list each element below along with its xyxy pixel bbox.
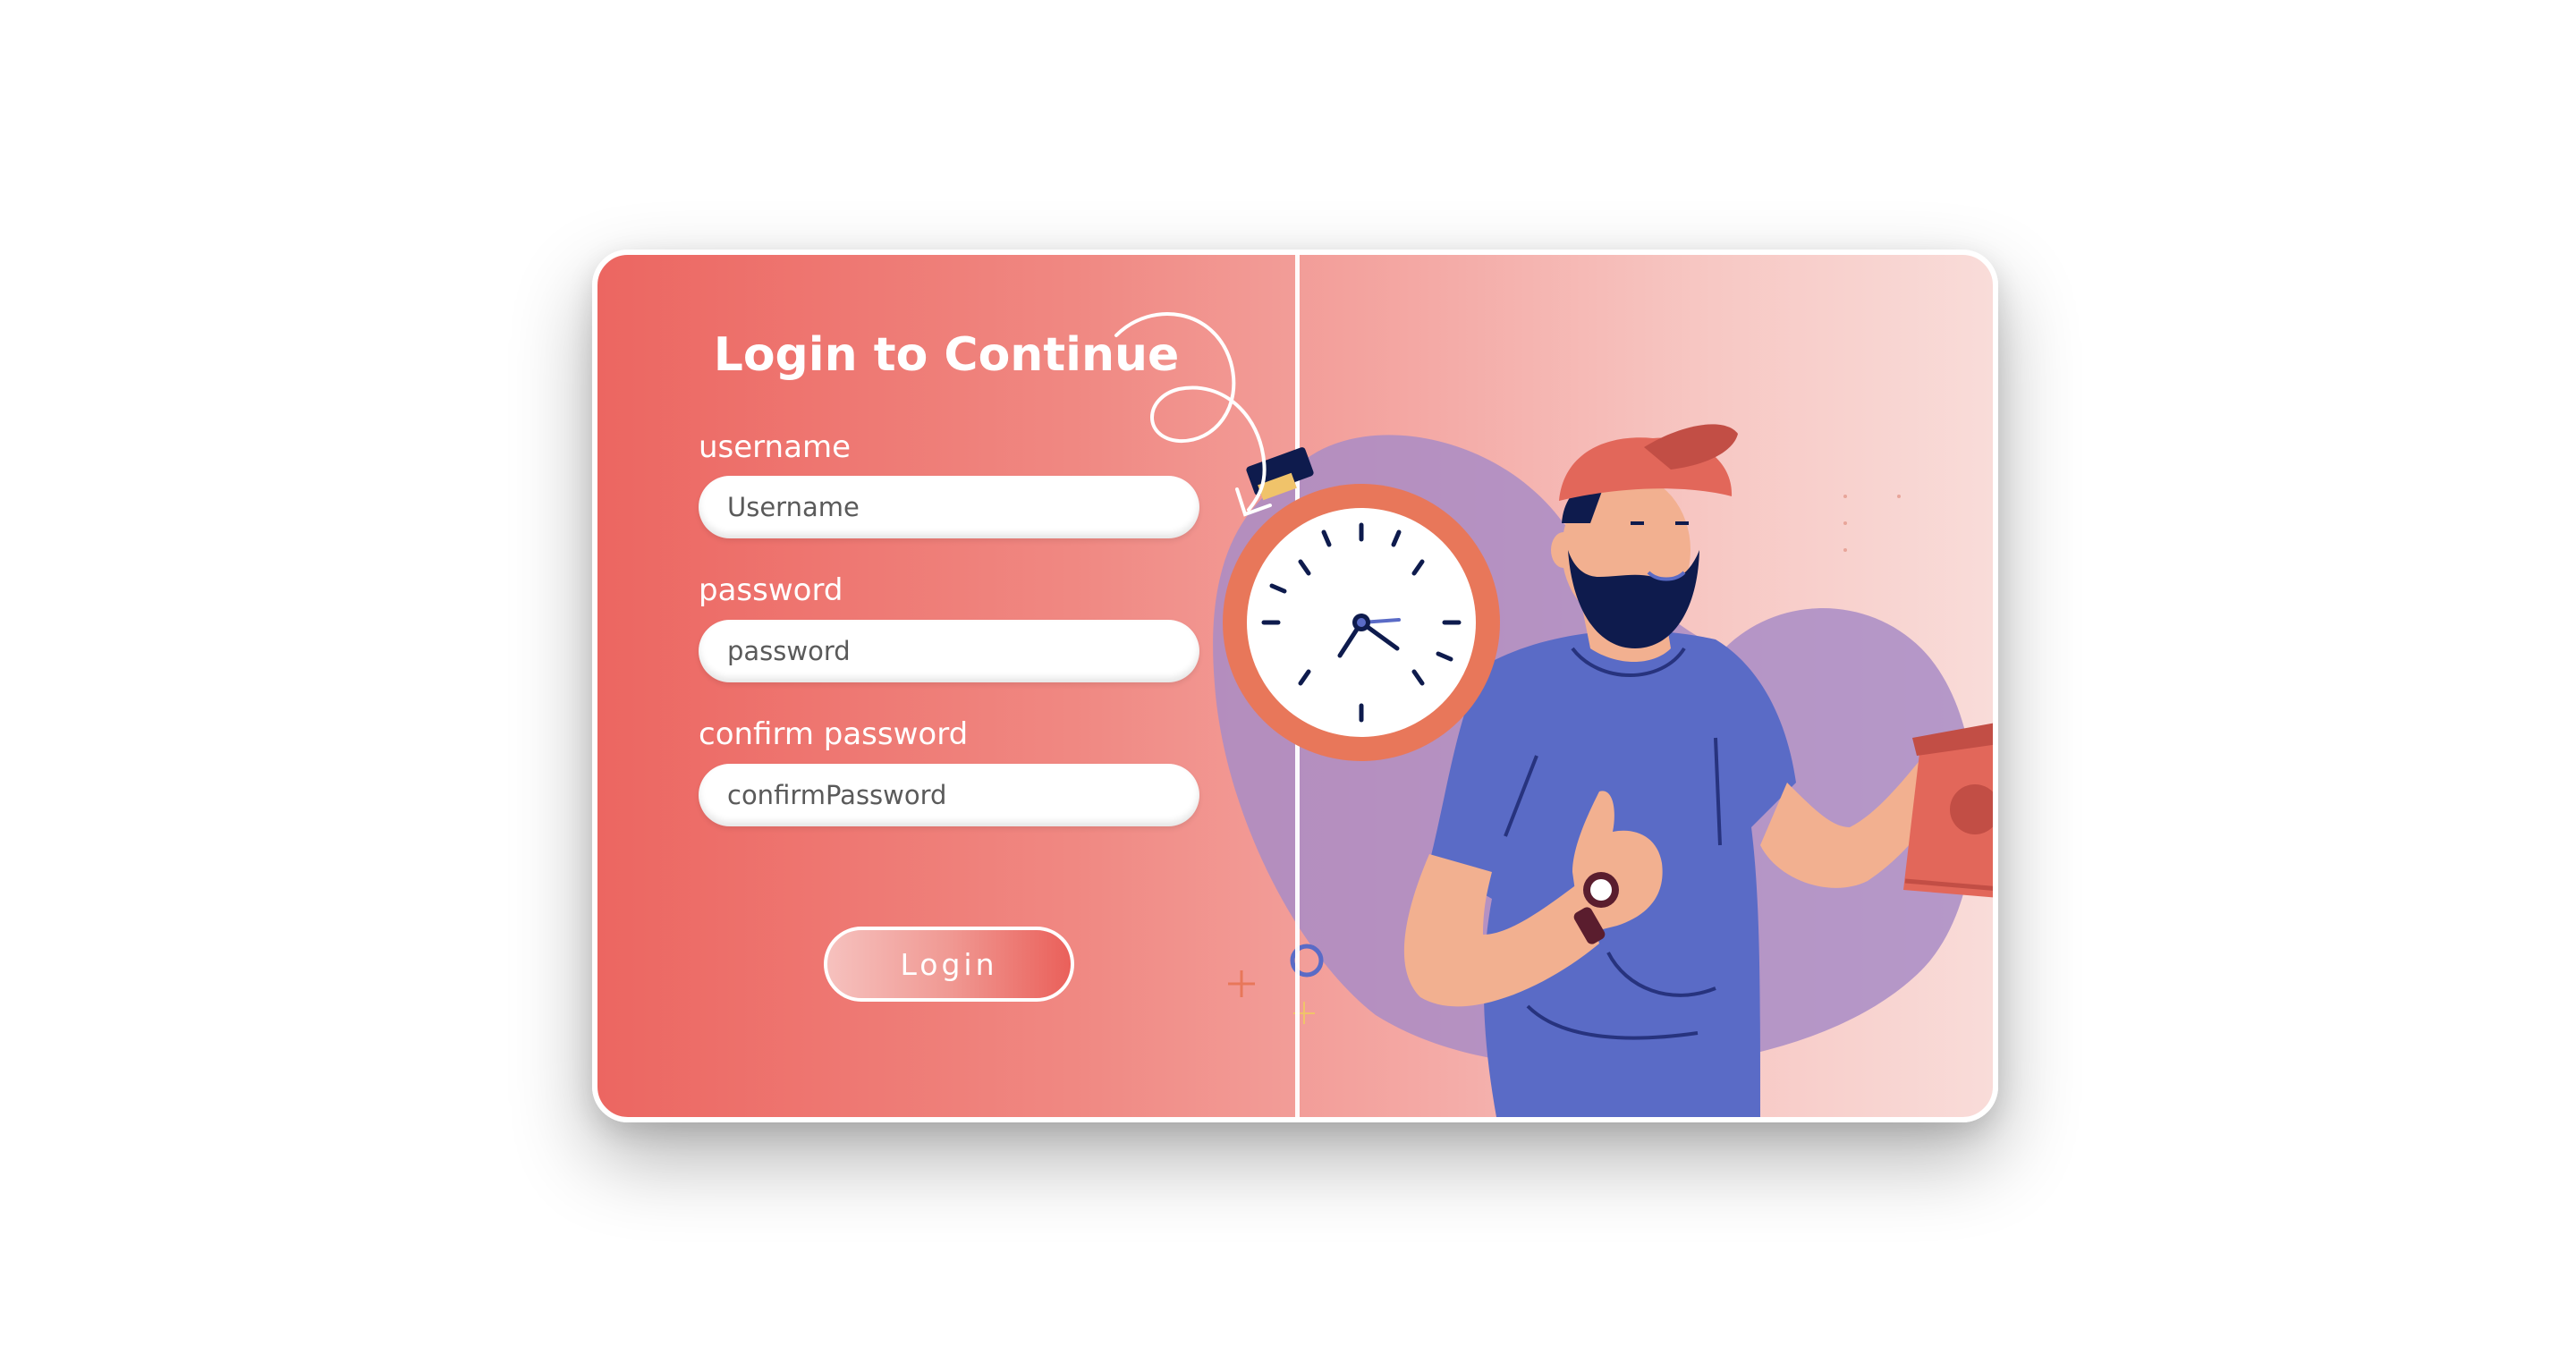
username-label: username <box>699 429 851 465</box>
package-icon <box>1903 723 1993 898</box>
dot <box>1897 495 1901 498</box>
login-card: Login to Continue username password conf… <box>592 250 1998 1122</box>
dot <box>1843 521 1847 525</box>
password-input[interactable] <box>699 620 1199 682</box>
dot <box>1843 548 1847 552</box>
form-title: Login to Continue <box>713 328 1180 382</box>
dot <box>1843 495 1847 498</box>
login-form: Login to Continue username password conf… <box>597 255 1295 1117</box>
confirm-password-label: confirm password <box>699 716 969 752</box>
confirm-password-input[interactable] <box>699 764 1199 826</box>
username-input[interactable] <box>699 476 1199 538</box>
panel-divider <box>1295 255 1300 1117</box>
password-label: password <box>699 572 843 608</box>
login-button[interactable]: Login <box>824 927 1074 1002</box>
